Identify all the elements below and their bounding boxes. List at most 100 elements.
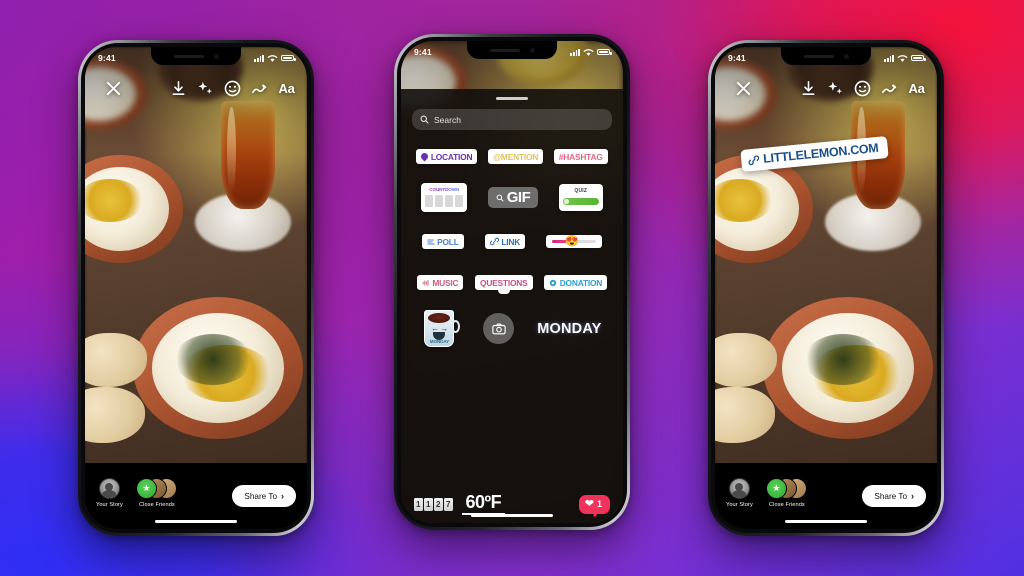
counter-digit: 1	[414, 497, 423, 511]
heart-count: 1	[596, 499, 602, 510]
cellular-bars-icon	[884, 54, 894, 62]
sticker-row-4: MUSIC QUESTIONS DONATION	[401, 275, 623, 291]
wifi-icon	[897, 54, 908, 62]
sticker-label: DONATION	[559, 277, 603, 288]
text-icon[interactable]: Aa	[277, 79, 296, 98]
counter-digit: 2	[434, 497, 443, 511]
sticker-icon[interactable]	[223, 79, 242, 98]
sticker-poll[interactable]: POLL	[421, 234, 464, 250]
battery-icon	[281, 54, 296, 62]
phone-right: 9:41 Aa LITTLELEMON.COM Your Story ★ Clo…	[708, 40, 944, 536]
sticker-gif[interactable]: GIF	[487, 187, 539, 209]
close-icon[interactable]	[104, 79, 123, 98]
sticker-donation[interactable]: DONATION	[544, 275, 608, 291]
avatar	[98, 478, 120, 499]
camera-button[interactable]	[483, 313, 515, 345]
draw-icon[interactable]	[880, 79, 899, 98]
notch	[467, 41, 557, 59]
phone-left: 9:41 Aa Your Story ★ Close Friends Share…	[78, 40, 314, 536]
status-time: 9:41	[414, 47, 432, 57]
heart-icon: ❤	[584, 497, 594, 510]
audience-close-friends[interactable]: ★ Close Friends	[135, 478, 178, 508]
sticker-label: MUSIC	[432, 277, 459, 288]
camera-icon	[492, 323, 506, 335]
home-indicator	[155, 519, 237, 523]
wifi-icon	[583, 48, 594, 56]
share-to-button[interactable]: Share To ›	[862, 485, 926, 507]
emoji-handle: 😍	[565, 235, 579, 248]
download-icon[interactable]	[169, 79, 188, 98]
phone-screen-left: 9:41 Aa Your Story ★ Close Friends Share…	[85, 47, 307, 529]
phone-screen-middle: 9:41 Search LOCATION @MENTION #HASHTAG C…	[401, 41, 623, 523]
gif-label: GIF	[506, 189, 531, 207]
counter-digit: 1	[424, 497, 433, 511]
your-story-label: Your Story	[96, 502, 123, 508]
audience-your-story[interactable]: Your Story	[726, 478, 753, 508]
sticker-emoji-slider[interactable]: 😍	[546, 234, 603, 249]
poster-canvas: 9:41 Aa Your Story ★ Close Friends Share…	[0, 0, 1024, 576]
sticker-row-6: 1 1 2 7 60ºF ❤ 1	[401, 493, 623, 515]
phone-middle: 9:41 Search LOCATION @MENTION #HASHTAG C…	[394, 34, 630, 530]
sticker-day[interactable]: MONDAY	[537, 321, 601, 337]
search-icon	[420, 115, 429, 124]
notch	[781, 47, 871, 65]
audience-close-friends[interactable]: ★ Close Friends	[765, 478, 808, 508]
story-toolbar-right: Aa	[715, 73, 937, 103]
story-photo	[85, 47, 307, 529]
home-indicator	[785, 519, 867, 523]
download-icon[interactable]	[799, 79, 818, 98]
donation-icon	[550, 279, 557, 286]
status-time: 9:41	[728, 53, 746, 63]
share-to-button[interactable]: Share To ›	[232, 485, 296, 507]
countdown-title: COUNTDOWN	[425, 187, 463, 192]
share-to-label: Share To	[244, 491, 277, 501]
sticker-icon[interactable]	[853, 79, 872, 98]
quiz-slider	[562, 198, 599, 206]
sticker-questions[interactable]: QUESTIONS	[475, 275, 533, 291]
sticker-hashtag[interactable]: #HASHTAG	[553, 149, 608, 165]
sticker-label: LINK	[501, 236, 521, 247]
text-icon[interactable]: Aa	[907, 79, 926, 98]
sticker-countdown[interactable]: COUNTDOWN	[421, 183, 468, 213]
share-to-label: Share To	[874, 491, 907, 501]
search-placeholder: Search	[434, 114, 461, 125]
sticker-label: POLL	[437, 236, 459, 247]
sticker-link[interactable]: LINK	[484, 234, 526, 250]
location-pin-icon	[419, 151, 430, 162]
sticker-counter[interactable]: 1 1 2 7	[414, 497, 453, 511]
your-story-label: Your Story	[726, 502, 753, 508]
sticker-row-2: COUNTDOWN GIF QUIZ	[401, 183, 623, 213]
close-friends-label: Close Friends	[139, 502, 175, 508]
battery-icon	[911, 54, 926, 62]
sparkles-icon[interactable]	[826, 79, 845, 98]
draw-icon[interactable]	[250, 79, 269, 98]
sparkles-icon[interactable]	[196, 79, 215, 98]
quiz-title: QUIZ	[574, 188, 588, 195]
sticker-music[interactable]: MUSIC	[416, 275, 464, 291]
link-icon	[748, 154, 760, 165]
search-input[interactable]: Search	[412, 109, 612, 131]
music-wave-icon	[422, 279, 429, 286]
link-icon	[489, 237, 499, 246]
poll-icon	[426, 239, 435, 245]
cellular-bars-icon	[254, 54, 264, 62]
sticker-label: @MENTION	[492, 151, 539, 162]
close-friends-label: Close Friends	[769, 502, 805, 508]
sticker-temperature[interactable]: 60ºF	[461, 493, 506, 515]
avatar	[728, 478, 750, 499]
mug-label: MONDAY	[429, 339, 450, 345]
drag-handle[interactable]	[496, 97, 528, 101]
sticker-mention[interactable]: @MENTION	[487, 149, 544, 165]
sticker-heart-count[interactable]: ❤ 1	[578, 494, 610, 514]
sticker-row-5: ← → MONDAY MONDAY	[401, 308, 623, 349]
phone-screen-right: 9:41 Aa LITTLELEMON.COM Your Story ★ Clo…	[715, 47, 937, 529]
sticker-label: QUESTIONS	[480, 277, 528, 288]
home-indicator	[471, 513, 553, 517]
chevron-right-icon: ›	[911, 491, 914, 501]
close-icon[interactable]	[734, 79, 753, 98]
sticker-mug[interactable]: ← → MONDAY	[422, 308, 461, 349]
sticker-quiz[interactable]: QUIZ	[558, 184, 603, 212]
sticker-location[interactable]: LOCATION	[416, 149, 478, 165]
cellular-bars-icon	[570, 48, 580, 56]
audience-your-story[interactable]: Your Story	[96, 478, 123, 508]
